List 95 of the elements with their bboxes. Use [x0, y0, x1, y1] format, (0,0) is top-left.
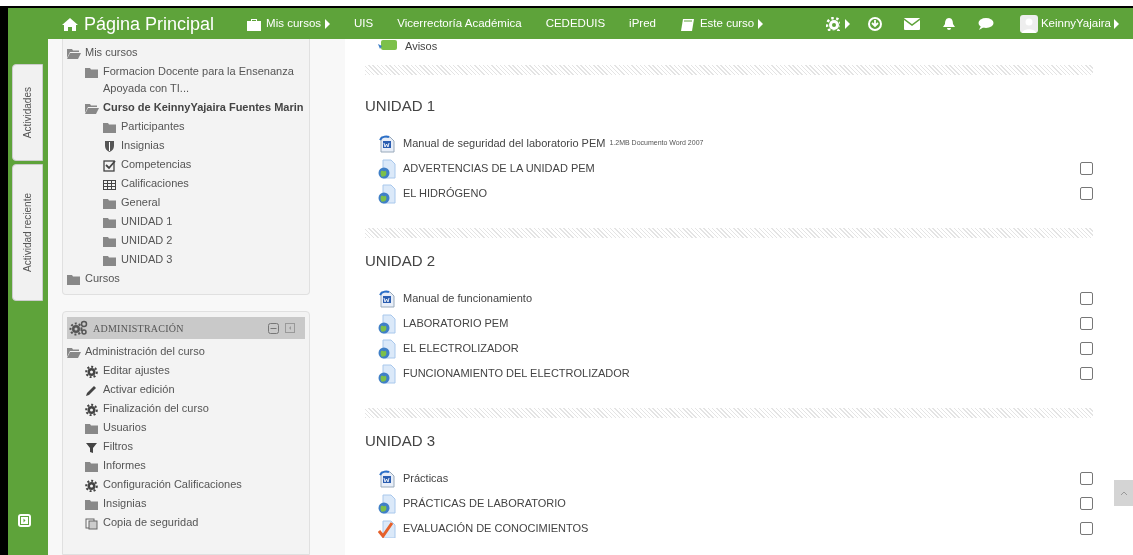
completion-checkbox[interactable]	[1080, 317, 1093, 330]
tree-item[interactable]: Editar ajustes	[103, 362, 170, 379]
completion-checkbox[interactable]	[1080, 497, 1093, 510]
tree-item[interactable]: Copia de seguridad	[103, 514, 199, 531]
book-icon	[679, 16, 696, 31]
tree-item[interactable]: Formacion Docente para la Ensenanza Apoyada con TI...	[103, 63, 305, 97]
activity-link[interactable]: EL HIDRÓGENO	[403, 185, 487, 202]
folder-icon	[103, 121, 117, 134]
tree-item[interactable]: Participantes	[121, 118, 185, 135]
completion-checkbox[interactable]	[1080, 522, 1093, 535]
download-circle-icon	[867, 16, 882, 31]
copy-icon	[85, 517, 99, 530]
block-title: ADMINISTRACIÓN	[93, 321, 185, 336]
word-document-icon	[378, 134, 396, 153]
folder-icon	[103, 235, 117, 248]
tree-item[interactable]: UNIDAD 1	[121, 213, 173, 230]
tree-item[interactable]: UNIDAD 2	[121, 232, 173, 249]
filter-icon	[85, 441, 99, 454]
tree-item[interactable]: Cursos	[85, 270, 120, 287]
web-page-icon	[378, 338, 396, 359]
folder-open-icon	[67, 47, 81, 60]
table-icon	[103, 178, 117, 191]
section-heading: UNIDAD 3	[365, 432, 436, 450]
avatar-icon	[1019, 14, 1038, 33]
web-page-icon	[378, 158, 396, 179]
folder-icon	[67, 273, 81, 286]
caret-icon	[1119, 490, 1128, 496]
tree-item[interactable]: Administración del curso	[85, 343, 205, 360]
forum-icon	[378, 40, 398, 52]
tree-item[interactable]: Configuración Calificaciones	[103, 476, 242, 493]
web-page-icon	[378, 493, 396, 514]
tree-item[interactable]: Mis cursos	[85, 44, 138, 61]
block-tab[interactable]: Actividades	[12, 64, 43, 161]
folder-icon	[103, 216, 117, 229]
caret-icon	[844, 18, 850, 29]
web-page-icon	[378, 363, 396, 384]
activity-link[interactable]: Avisos	[405, 39, 438, 55]
completion-checkbox[interactable]	[1080, 187, 1093, 200]
folder-icon	[85, 66, 99, 79]
tree-item[interactable]: Usuarios	[103, 419, 147, 436]
web-page-icon	[378, 183, 396, 204]
gear-icon	[85, 403, 99, 416]
tree-item[interactable]: General	[121, 194, 161, 211]
activity-link[interactable]: ADVERTENCIAS DE LA UNIDAD PEM	[403, 160, 595, 177]
bell-icon	[941, 16, 956, 31]
web-page-icon	[378, 313, 396, 334]
completion-checkbox[interactable]	[1080, 342, 1093, 355]
activity-link[interactable]: EVALUACIÓN DE CONOCIMIENTOS	[403, 520, 589, 537]
activity-link[interactable]: Manual de seguridad del laboratorio PEM	[403, 135, 606, 152]
block-tab[interactable]: Actividad reciente	[12, 164, 43, 301]
briefcase-icon	[246, 16, 263, 31]
completion-checkbox[interactable]	[1080, 367, 1093, 380]
activity-link[interactable]: Manual de funcionamiento	[403, 290, 533, 307]
caret-icon	[1114, 18, 1119, 29]
home-icon	[62, 16, 78, 31]
completion-checkbox[interactable]	[1080, 162, 1093, 175]
tree-item[interactable]: Insignias	[121, 137, 165, 154]
tree-item[interactable]: Calificaciones	[121, 175, 189, 192]
folder-icon	[85, 498, 99, 511]
tree-item[interactable]: Activar edición	[103, 381, 175, 398]
activity-link[interactable]: Prácticas	[403, 470, 449, 487]
envelope-icon	[903, 16, 920, 31]
folder-icon	[103, 254, 117, 267]
word-document-icon	[378, 289, 396, 308]
folder-open-icon	[85, 102, 99, 115]
pencil-icon	[85, 384, 99, 397]
chat-icon	[977, 16, 994, 31]
settings-icon	[825, 16, 840, 31]
activity-link[interactable]: FUNCIONAMIENTO DEL ELECTROLIZADOR	[403, 365, 630, 382]
collapse-button[interactable]	[268, 322, 279, 334]
tree-item[interactable]: Finalización del curso	[103, 400, 209, 417]
section-heading: UNIDAD 1	[365, 97, 436, 115]
tree-item[interactable]: UNIDAD 3	[121, 251, 173, 268]
shield-icon	[103, 140, 117, 153]
gear-icon	[85, 365, 99, 378]
checkbox-icon	[103, 159, 117, 172]
completion-checkbox[interactable]	[1080, 292, 1093, 305]
quiz-icon	[378, 519, 396, 538]
folder-icon	[85, 422, 99, 435]
folder-icon	[103, 197, 117, 210]
activity-link[interactable]: LABORATORIO PEM	[403, 315, 509, 332]
folder-open-icon	[67, 346, 81, 359]
word-document-icon	[378, 469, 396, 488]
tree-item[interactable]: Insignias	[103, 495, 147, 512]
section-heading: UNIDAD 2	[365, 252, 436, 270]
activity-link[interactable]: PRÁCTICAS DE LABORATORIO	[403, 495, 566, 512]
tree-item[interactable]: Informes	[103, 457, 146, 474]
folder-icon	[85, 460, 99, 473]
tree-item[interactable]: Filtros	[103, 438, 133, 455]
gear-icon	[85, 479, 99, 492]
tree-item[interactable]: Competencias	[121, 156, 192, 173]
tree-item[interactable]: Curso de KeinnyYajaira Fuentes Marin	[103, 99, 304, 116]
completion-checkbox[interactable]	[1080, 472, 1093, 485]
activity-link[interactable]: EL ELECTROLIZADOR	[403, 340, 519, 357]
dock-button[interactable]	[18, 514, 31, 527]
